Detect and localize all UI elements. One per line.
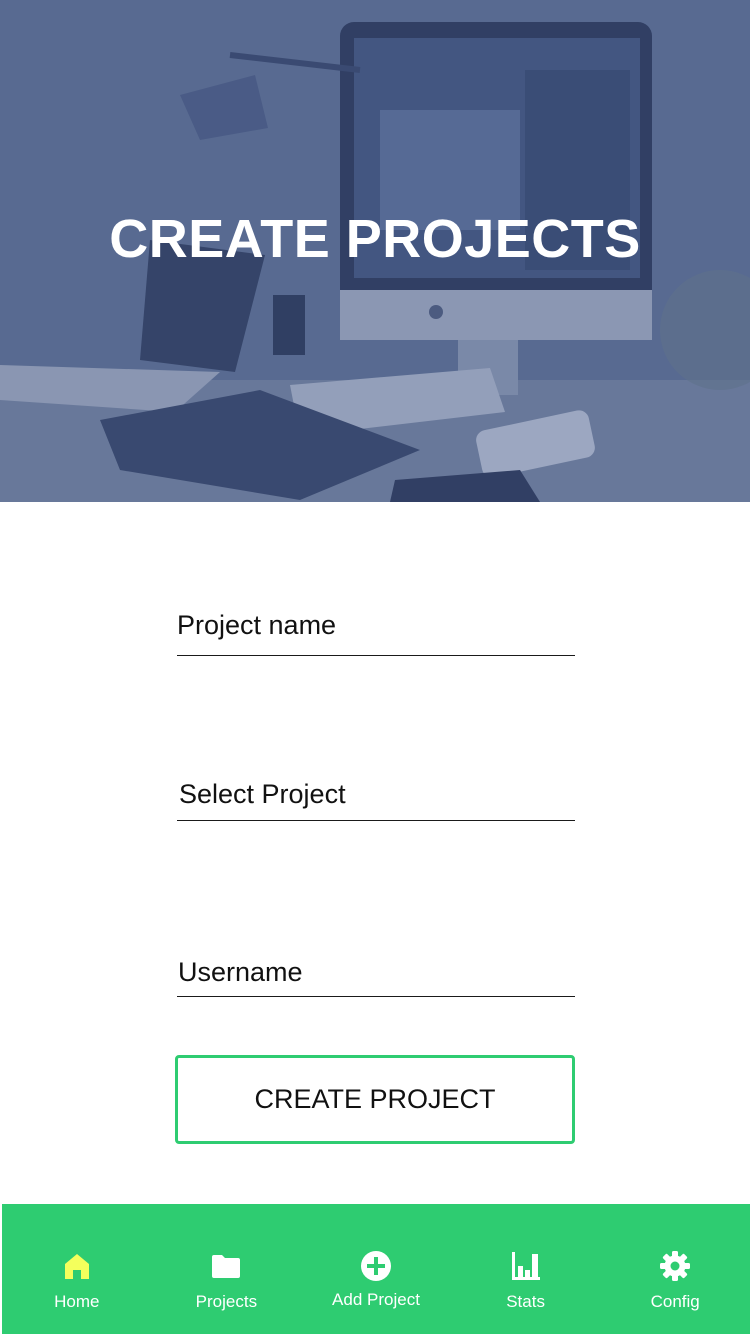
nav-item-projects[interactable]: Projects: [152, 1204, 302, 1334]
project-name-label: Project name: [177, 610, 337, 640]
username-field[interactable]: Username: [177, 957, 575, 997]
folder-icon: [212, 1255, 241, 1278]
nav-item-config[interactable]: Config: [600, 1204, 750, 1334]
select-project-label: Select Project: [179, 779, 346, 809]
nav-label-config: Config: [650, 1292, 700, 1311]
create-projects-screen: CREATE PROJECTS Project name Select Proj…: [0, 0, 750, 1334]
plus-circle-icon: [360, 1251, 391, 1281]
page-title: CREATE PROJECTS: [109, 209, 641, 269]
nav-label-stats: Stats: [506, 1292, 545, 1311]
nav-label-add-project: Add Project: [332, 1290, 420, 1309]
nav-item-stats[interactable]: Stats: [451, 1204, 601, 1334]
select-project-field[interactable]: Select Project: [177, 779, 575, 821]
nav-label-home: Home: [54, 1292, 100, 1311]
home-icon: [64, 1254, 89, 1279]
gear-icon: [660, 1251, 691, 1281]
nav-label-projects: Projects: [195, 1292, 258, 1311]
username-label: Username: [178, 957, 303, 987]
create-project-button[interactable]: CREATE PROJECT: [175, 1055, 575, 1144]
nav-item-add-project[interactable]: Add Project: [301, 1204, 451, 1334]
nav-item-home[interactable]: Home: [2, 1204, 152, 1334]
bar-chart-icon: [511, 1252, 540, 1280]
bottom-nav: Home Projects Add Project Stats Config: [2, 1204, 750, 1334]
project-name-field[interactable]: Project name: [177, 610, 575, 656]
hero-banner: CREATE PROJECTS: [0, 0, 750, 502]
